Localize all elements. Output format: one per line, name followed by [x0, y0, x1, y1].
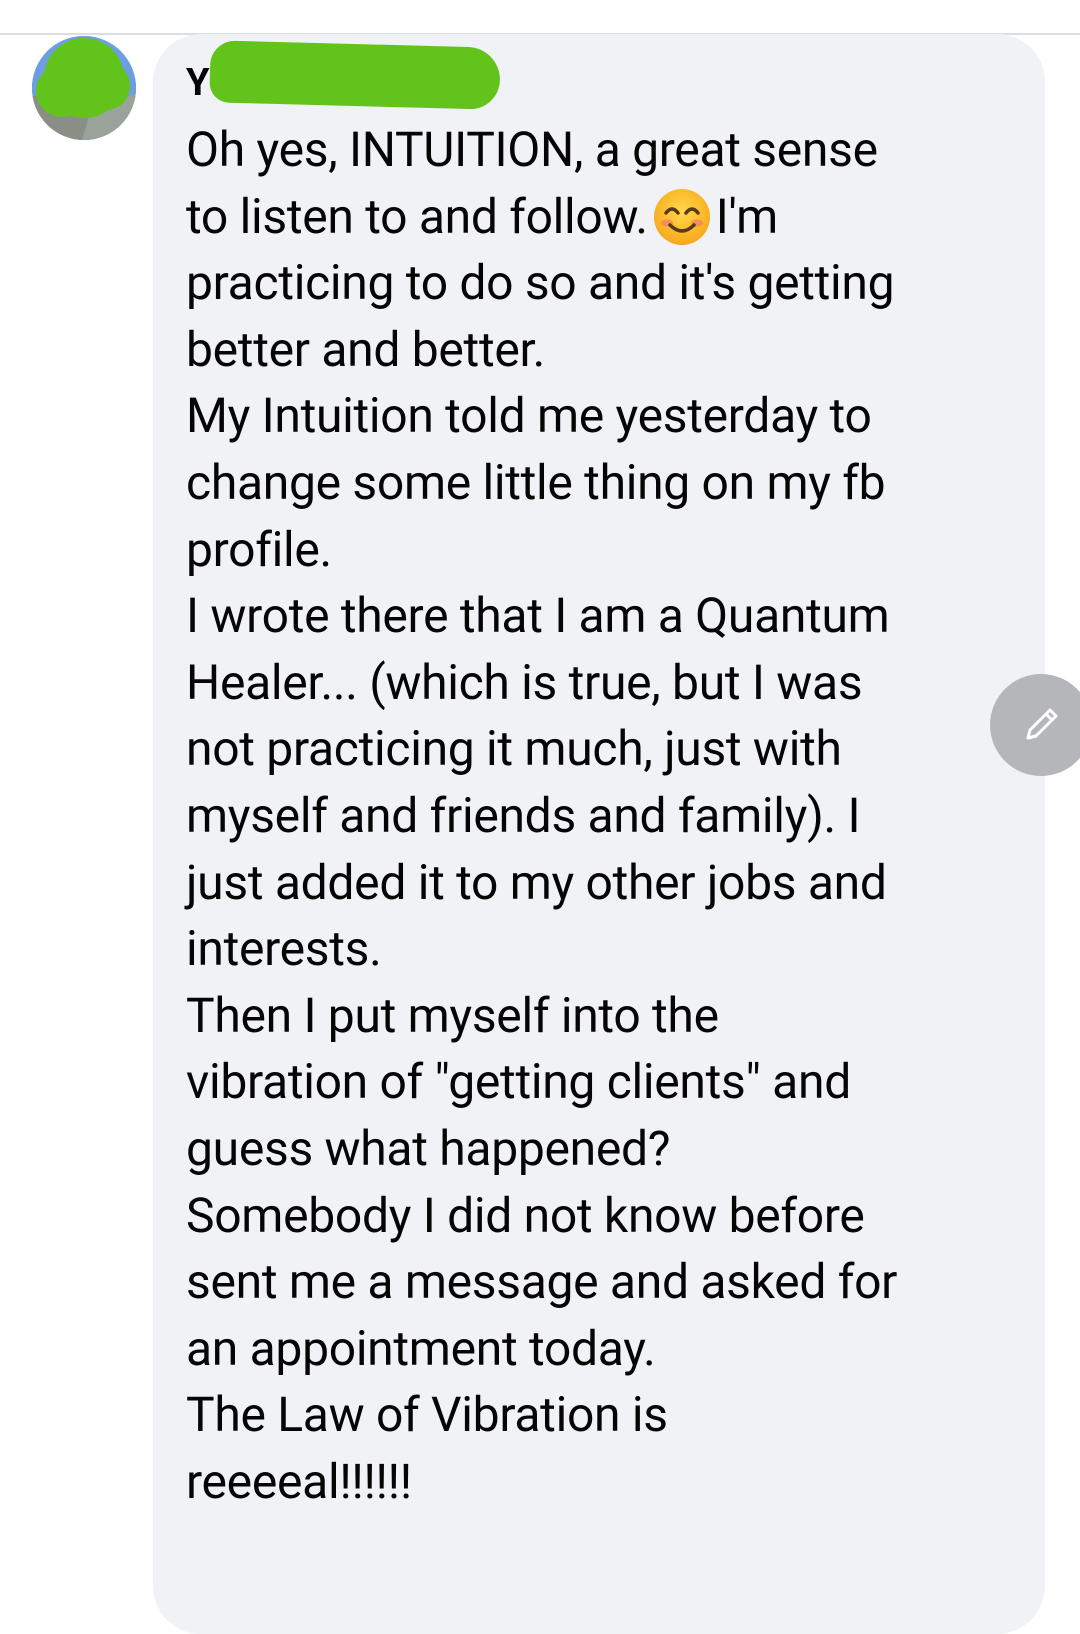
comment-line: The Law of Vibration is — [186, 1386, 668, 1444]
comment-line: myself and friends and family). I — [186, 786, 861, 844]
comment-line: My Intuition told me yesterday to — [186, 387, 872, 445]
comment-line: guess what happened? — [186, 1119, 671, 1177]
comment-line: to listen to and follow. I'm — [186, 184, 1036, 251]
comment-line: sent me a message and asked for — [186, 1253, 898, 1311]
comment-line: change some little thing on my fb — [186, 453, 886, 511]
comment-line: Healer... (which is true, but I was — [186, 653, 863, 711]
comment-line: Somebody I did not know before — [186, 1186, 865, 1244]
author-name-text: Y — [186, 61, 210, 105]
comment-line-text: I'm — [715, 187, 778, 245]
avatar[interactable] — [32, 36, 136, 140]
comment-line: Then I put myself into the — [186, 986, 719, 1044]
comment-line: an appointment today. — [186, 1319, 656, 1377]
comment-line: vibration of "getting clients" and — [186, 1053, 851, 1111]
comment-line: interests. — [186, 920, 382, 978]
comment-line: reeeeal!!!!!! — [186, 1452, 412, 1510]
author-name-redaction — [209, 40, 501, 110]
avatar-image — [32, 36, 136, 140]
comment-line: profile. — [186, 520, 332, 578]
comment-text: Oh yes, INTUITION, a great sense to list… — [186, 117, 1036, 1515]
comment-line: better and better. — [186, 320, 545, 378]
comment-line: practicing to do so and it's getting — [186, 254, 895, 312]
pencil-icon — [1026, 708, 1058, 740]
comment-line-text: to listen to and follow. — [186, 187, 648, 245]
comment-line: Oh yes, INTUITION, a great sense — [186, 121, 878, 178]
comment-line: not practicing it much, just with — [186, 720, 842, 778]
comment-line: just added it to my other jobs and — [186, 853, 887, 911]
comment-line: I wrote there that I am a Quantum — [186, 587, 890, 645]
smiling-face-with-smiling-eyes-icon — [653, 188, 710, 245]
